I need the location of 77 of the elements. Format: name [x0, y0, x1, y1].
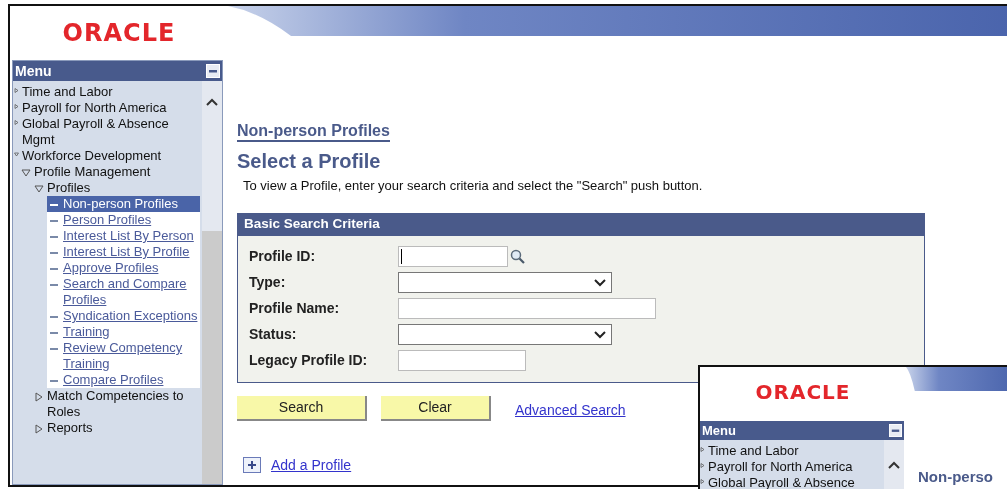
menu-folder[interactable]: Payroll for North America — [708, 459, 853, 475]
menu-folder[interactable]: Time and Labor — [22, 84, 113, 100]
menu-link[interactable]: Person Profiles — [63, 212, 152, 228]
menu-link[interactable]: Interest List By Person — [63, 228, 194, 244]
text-cursor-icon — [401, 249, 402, 264]
advanced-search-link[interactable]: Advanced Search — [515, 399, 626, 421]
menu-folder[interactable]: Global Payroll & Absence — [708, 475, 855, 489]
selected-menu-row[interactable]: Non-person Profiles — [47, 196, 200, 212]
search-icon[interactable] — [510, 248, 526, 265]
dash-icon — [50, 316, 58, 318]
add-profile-link[interactable]: Add a Profile — [271, 454, 352, 476]
menu-link[interactable]: Interest List By Profile — [63, 244, 190, 260]
dash-icon — [50, 284, 58, 286]
collapsed-triangle-icon[interactable] — [14, 88, 19, 93]
expanded-triangle-icon[interactable] — [21, 168, 31, 178]
input-field[interactable] — [398, 246, 508, 267]
collapsed-triangle-icon[interactable] — [700, 479, 705, 484]
instructions: To view a Profile, enter your search criteria and select the "Search" push button. — [243, 177, 704, 195]
field-label: Profile Name: — [249, 299, 341, 318]
field-label: Legacy Profile ID: — [249, 351, 369, 370]
menu-link[interactable]: Review Competency Training — [63, 340, 200, 372]
field-label: Type: — [249, 273, 287, 292]
dash-icon — [50, 220, 58, 222]
expanded-triangle-icon[interactable] — [14, 152, 19, 157]
dash-icon — [50, 332, 58, 334]
menu-folder[interactable]: Workforce Development — [22, 148, 162, 164]
menu-link[interactable]: Compare Profiles — [63, 372, 164, 388]
dash-icon — [50, 204, 58, 206]
dropdown-field[interactable] — [398, 324, 612, 345]
expanded-triangle-icon[interactable] — [34, 184, 44, 194]
page-title: Select a Profile — [237, 149, 382, 173]
field-label: Profile ID: — [249, 247, 317, 266]
dash-icon — [50, 252, 58, 254]
action-button[interactable]: Search — [237, 395, 367, 421]
collapsed-triangle-icon[interactable] — [34, 392, 44, 402]
menu-link[interactable]: Non-person Profiles — [63, 196, 178, 212]
chevron-down-icon — [593, 277, 607, 288]
menu-folder[interactable]: Reports — [47, 420, 93, 436]
input-field[interactable] — [398, 350, 526, 371]
breadcrumb: Non-person Profiles — [237, 122, 390, 142]
menu-title: Menu — [702, 421, 736, 440]
menu-folder[interactable]: Profile Management — [34, 164, 151, 180]
menu-link[interactable]: Syndication Exceptions — [63, 308, 198, 324]
menu-link[interactable]: Approve Profiles — [63, 260, 159, 276]
menu-title: Menu — [15, 61, 52, 81]
dash-icon — [50, 380, 58, 382]
chevron-down-icon — [593, 329, 607, 340]
collapsed-triangle-icon[interactable] — [14, 104, 19, 109]
dash-icon — [50, 348, 58, 350]
collapsed-triangle-icon[interactable] — [700, 463, 705, 468]
dash-icon — [50, 236, 58, 238]
action-button[interactable]: Clear — [381, 395, 491, 421]
collapsed-triangle-icon[interactable] — [34, 424, 44, 434]
menu-folder[interactable]: Global Payroll & Absence Mgmt — [22, 116, 202, 148]
scroll-up-icon[interactable] — [887, 460, 901, 470]
breadcrumb: Non-perso — [918, 468, 993, 485]
menu-folder[interactable]: Payroll for North America — [22, 100, 167, 116]
menu-folder[interactable]: Time and Labor — [708, 443, 799, 459]
collapse-icon[interactable] — [206, 64, 220, 78]
input-field[interactable] — [398, 298, 656, 319]
oracle-logo: ORACLE — [62, 20, 176, 49]
scrollbar-thumb[interactable] — [202, 231, 222, 484]
field-label: Status: — [249, 325, 298, 344]
menu-folder[interactable]: Match Competencies to Roles — [47, 388, 202, 420]
collapse-icon[interactable] — [889, 424, 902, 437]
collapsed-triangle-icon[interactable] — [14, 120, 19, 125]
collapsed-triangle-icon[interactable] — [700, 447, 705, 452]
scroll-up-icon[interactable] — [205, 97, 219, 107]
add-icon[interactable] — [243, 457, 261, 473]
menu-folder[interactable]: Profiles — [47, 180, 91, 196]
dropdown-field[interactable] — [398, 272, 612, 293]
menu-link[interactable]: Search and Compare Profiles — [63, 276, 200, 308]
dash-icon — [50, 268, 58, 270]
panel-title: Basic Search Criteria — [244, 215, 380, 234]
oracle-logo: ORACLE — [755, 381, 851, 406]
scrollbar[interactable] — [202, 81, 222, 484]
menu-link[interactable]: Training — [63, 324, 110, 340]
